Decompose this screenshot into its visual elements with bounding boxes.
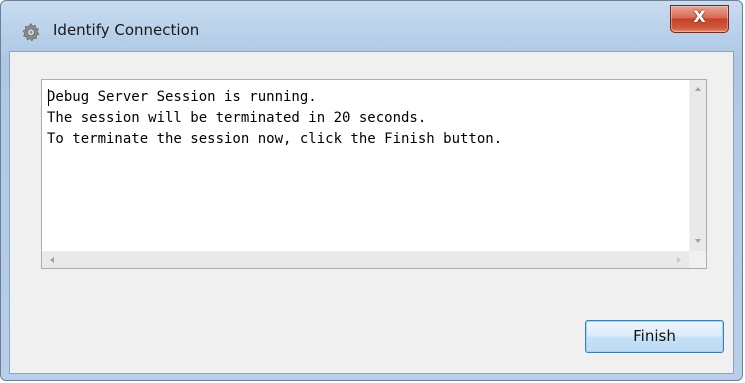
title-bar[interactable]: Identify Connection X [1,1,742,51]
message-textbox[interactable]: Debug Server Session is running. The ses… [41,79,707,269]
message-text: Debug Server Session is running. The ses… [47,87,677,237]
dialog-window: Identify Connection X Debug Server Sessi… [0,0,743,381]
scroll-down-arrow-icon[interactable] [695,239,701,243]
gear-cog-icon [21,22,41,42]
message-line: To terminate the session now, click the … [47,131,503,147]
message-line: Debug Server Session is running. [47,89,317,105]
close-button[interactable]: X [670,5,729,33]
dialog-client-area: Debug Server Session is running. The ses… [9,51,734,374]
scrollbar-corner [689,251,706,268]
vertical-scrollbar[interactable] [689,80,706,251]
finish-button[interactable]: Finish [585,320,724,353]
message-line: The session will be terminated in 20 sec… [47,110,427,126]
scroll-up-arrow-icon[interactable] [695,87,701,91]
scroll-right-arrow-icon[interactable] [677,257,681,263]
horizontal-scrollbar[interactable] [42,251,689,268]
window-title: Identify Connection [53,21,200,39]
text-caret [48,89,49,106]
scroll-left-arrow-icon[interactable] [50,257,54,263]
close-icon: X [693,7,706,26]
